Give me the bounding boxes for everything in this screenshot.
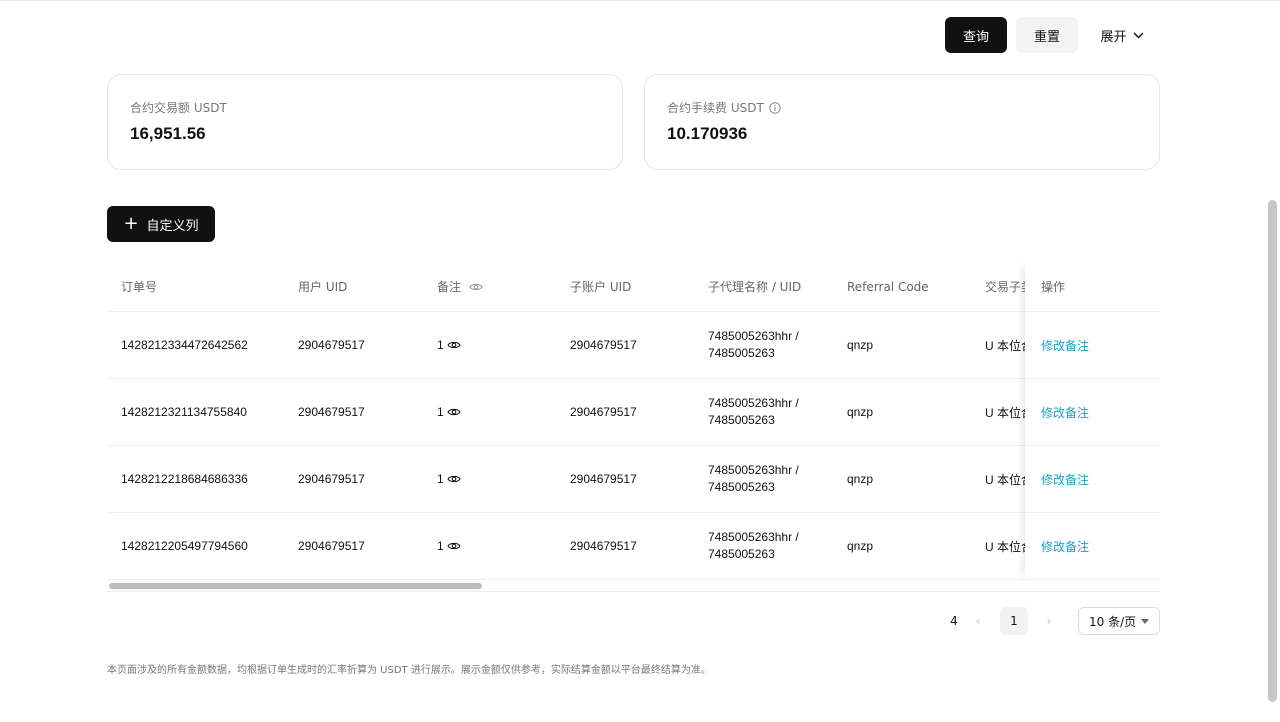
- reset-button[interactable]: 重置: [1016, 17, 1078, 53]
- referral-code: qnzp: [847, 472, 874, 486]
- caret-down-icon: [1141, 619, 1149, 624]
- remark: 1: [437, 446, 461, 512]
- disclaimer-footnote: 本页面涉及的所有金额数据，均根据订单生成时的汇率折算为 USDT 进行展示。展示…: [107, 665, 711, 676]
- edit-remark-link[interactable]: 修改备注: [1025, 312, 1160, 379]
- chevron-down-icon: [1133, 32, 1143, 38]
- header-trade-subtype: 交易子类: [985, 280, 1025, 294]
- table-row: 1428212205497794560 2904679517 1 2904679…: [107, 513, 1160, 580]
- page-size-select[interactable]: 10 条/页: [1078, 607, 1160, 635]
- stat-card-fee: 合约手续费 USDT 10.170936: [644, 74, 1160, 170]
- user-uid: 2904679517: [298, 405, 365, 419]
- info-icon[interactable]: [769, 101, 781, 114]
- trade-subtype: U 本位合约: [985, 472, 1025, 487]
- table-horizontal-scrollbar[interactable]: [107, 580, 1160, 592]
- orders-table: 订单号 用户 UID 备注 子账户 UID 子代理名称 / UID Referr…: [107, 262, 1160, 580]
- header-order-id: 订单号: [121, 280, 158, 294]
- order-id: 1428212205497794560: [121, 539, 248, 553]
- agent-name: 7485005263hhr /: [708, 329, 799, 343]
- order-id: 1428212218684686336: [121, 472, 248, 486]
- page-size-value: 10 条/页: [1089, 614, 1137, 629]
- reset-button-label: 重置: [1033, 29, 1060, 45]
- table-row: 1428212218684686336 2904679517 1 2904679…: [107, 446, 1160, 513]
- sub-account-uid: 2904679517: [570, 338, 637, 352]
- stat-label: 合约交易额 USDT: [130, 99, 227, 116]
- user-uid: 2904679517: [298, 539, 365, 553]
- sub-agent: 7485005263hhr / 7485005263: [708, 379, 818, 445]
- user-uid: 2904679517: [298, 472, 365, 486]
- pagination-prev-button[interactable]: ‹: [970, 607, 986, 635]
- action-column: 操作 修改备注 修改备注 修改备注 修改备注: [1025, 262, 1160, 580]
- pagination-next-button[interactable]: ›: [1041, 607, 1057, 635]
- edit-remark-link[interactable]: 修改备注: [1025, 446, 1160, 513]
- stat-value: 10.170936: [667, 124, 748, 143]
- agent-uid: 7485005263: [708, 346, 775, 360]
- page-vertical-scrollbar[interactable]: [1268, 200, 1277, 702]
- trade-subtype: U 本位合约: [985, 539, 1025, 554]
- query-button-label: 查询: [962, 29, 989, 45]
- remark: 1: [437, 379, 461, 445]
- remark-value: 1: [437, 539, 444, 553]
- remark-value: 1: [437, 405, 444, 419]
- table-header: 订单号 用户 UID 备注 子账户 UID 子代理名称 / UID Referr…: [107, 262, 1160, 312]
- table-row: 1428212321134755840 2904679517 1 2904679…: [107, 379, 1160, 446]
- scrollbar-thumb[interactable]: [109, 583, 482, 589]
- header-sub-agent: 子代理名称 / UID: [708, 280, 802, 294]
- header-sub-account-uid: 子账户 UID: [570, 280, 632, 294]
- eye-icon[interactable]: [447, 407, 461, 417]
- expand-filters-button[interactable]: 展开: [1092, 17, 1152, 53]
- header-user-uid: 用户 UID: [298, 280, 348, 294]
- trade-subtype: U 本位合约: [985, 338, 1025, 353]
- referral-code: qnzp: [847, 338, 874, 352]
- sub-agent: 7485005263hhr / 7485005263: [708, 312, 818, 378]
- agent-name: 7485005263hhr /: [708, 396, 799, 410]
- agent-uid: 7485005263: [708, 413, 775, 427]
- sub-account-uid: 2904679517: [570, 472, 637, 486]
- eye-icon[interactable]: [447, 474, 461, 484]
- referral-code: qnzp: [847, 539, 874, 553]
- header-referral-code: Referral Code: [847, 279, 929, 294]
- stat-label-text: 合约交易额 USDT: [130, 101, 227, 115]
- edit-remark-link[interactable]: 修改备注: [1025, 513, 1160, 580]
- user-uid: 2904679517: [298, 338, 365, 352]
- stat-label-text: 合约手续费 USDT: [667, 101, 764, 115]
- edit-remark-link[interactable]: 修改备注: [1025, 379, 1160, 446]
- pagination-total: 4: [950, 614, 958, 628]
- header-remark-label: 备注: [437, 280, 462, 294]
- header-action: 操作: [1025, 262, 1160, 312]
- stat-card-volume: 合约交易额 USDT 16,951.56: [107, 74, 623, 170]
- header-remark: 备注: [437, 262, 483, 311]
- sub-agent: 7485005263hhr / 7485005263: [708, 446, 818, 512]
- eye-icon[interactable]: [447, 340, 461, 350]
- stat-value: 16,951.56: [130, 124, 206, 143]
- remark-value: 1: [437, 472, 444, 486]
- agent-uid: 7485005263: [708, 547, 775, 561]
- agent-uid: 7485005263: [708, 480, 775, 494]
- eye-icon[interactable]: [469, 282, 483, 292]
- custom-columns-label: 自定义列: [146, 218, 199, 234]
- order-id: 1428212321134755840: [121, 405, 247, 419]
- top-divider: [0, 0, 1280, 1]
- table-row: 1428212334472642562 2904679517 1 2904679…: [107, 312, 1160, 379]
- agent-name: 7485005263hhr /: [708, 463, 799, 477]
- order-id: 1428212334472642562: [121, 338, 248, 352]
- query-button[interactable]: 查询: [945, 17, 1007, 53]
- remark: 1: [437, 312, 461, 378]
- sub-account-uid: 2904679517: [570, 539, 637, 553]
- custom-columns-button[interactable]: + 自定义列: [107, 206, 215, 242]
- trade-subtype: U 本位合约: [985, 405, 1025, 420]
- remark: 1: [437, 513, 461, 579]
- remark-value: 1: [437, 338, 444, 352]
- referral-code: qnzp: [847, 405, 874, 419]
- stat-label: 合约手续费 USDT: [667, 99, 781, 116]
- sub-agent: 7485005263hhr / 7485005263: [708, 513, 818, 579]
- expand-label: 展开: [1100, 29, 1127, 45]
- plus-icon: +: [123, 213, 139, 234]
- agent-name: 7485005263hhr /: [708, 530, 799, 544]
- sub-account-uid: 2904679517: [570, 405, 637, 419]
- pagination-page-1[interactable]: 1: [1000, 607, 1028, 635]
- eye-icon[interactable]: [447, 541, 461, 551]
